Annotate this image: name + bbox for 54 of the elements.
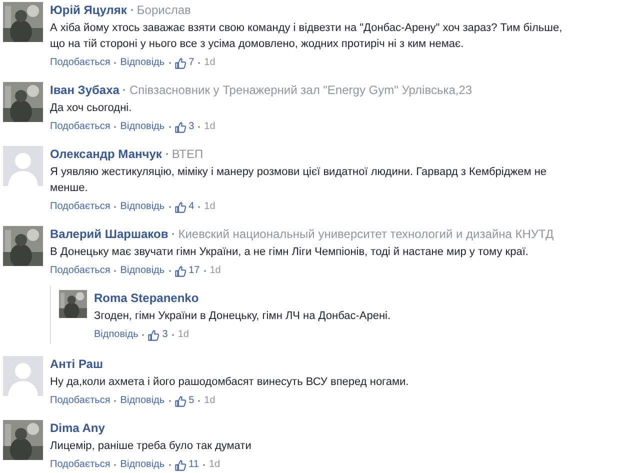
commenter-name[interactable]: Олександр Манчук [50, 146, 162, 162]
like-count: 17 [188, 264, 200, 278]
comment-time: 1d [208, 458, 220, 472]
comment-time: 1d [204, 120, 216, 134]
thumbs-up-icon [174, 122, 186, 132]
thumbs-up-icon [148, 330, 160, 340]
comment-action-link[interactable]: Відповідь [120, 56, 165, 70]
comment-text: Лицемір, раніше треба було так думати [50, 439, 252, 454]
thumbs-up-icon [174, 460, 186, 470]
commenter-name[interactable]: Анті Раш [50, 356, 103, 372]
thumbs-up-icon [174, 266, 186, 276]
comment-action-link[interactable]: Відповідь [120, 120, 165, 134]
like-count: 7 [188, 56, 194, 70]
comment-action-link[interactable]: Подобається [50, 56, 110, 70]
commenter-name[interactable]: Іван Зубаха [50, 82, 120, 98]
comment-text: Згоден, гімн України в Донецьку, гімн ЛЧ на Донбас-Арені. [94, 309, 392, 324]
comment-text: А хіба йому хтось заважає взяти свою команду і відвезти на "Донбас-Арену" хоч зараз? Тим більше, що на тій стороні у нього все з усіма домовлено, жодних протиріч ні з ким немає. [50, 21, 564, 52]
commenter-name[interactable]: Roma Stepanenko [94, 290, 199, 306]
comment-time: 1d [210, 264, 221, 278]
commenter-affiliation: Борислав [136, 2, 191, 18]
commenter-affiliation: Киевский национальный университет технологий и дизайна КНУТД [178, 226, 554, 242]
comment-action-link[interactable]: Відповідь [120, 200, 165, 214]
default-avatar-icon [3, 356, 43, 396]
commenter-name[interactable]: Dima Any [50, 420, 105, 436]
thumbs-up-icon [174, 202, 186, 212]
comment-text: Я уявляю жестикуляцію, міміку і манеру розмови цієї видатної людини. Гарвард з Кембріджем не менше. [50, 165, 548, 196]
comment-action-link[interactable]: Подобається [50, 394, 110, 408]
comment-time: 1d [204, 394, 216, 408]
like-count: 3 [162, 328, 168, 342]
comment-time: 1d [204, 200, 216, 214]
comment-text: Ну да,коли ахмета і його рашодомбасят винесуть ВСУ вперед ногами. [50, 375, 410, 390]
comment-action-link[interactable]: Подобається [50, 264, 110, 278]
comment-text: В Донецьку має звучати гімн України, а не гімн Ліги Чемпіонів, тоді й настане мир у тому краї. [50, 245, 530, 260]
like-count: 5 [188, 394, 194, 408]
comment-action-link[interactable]: Відповідь [120, 458, 165, 472]
default-avatar-icon [3, 146, 43, 186]
comment-time: 1d [178, 328, 189, 342]
comment-action-link[interactable]: Відповідь [94, 328, 138, 342]
thumbs-up-icon [174, 396, 186, 406]
thumbs-up-icon [174, 58, 186, 68]
like-count: 11 [188, 458, 199, 472]
comment-action-link[interactable]: Відповідь [120, 264, 165, 278]
comment-action-link[interactable]: Подобається [50, 200, 110, 214]
commenter-affiliation: Співзасновник у Тренажерний зал "Energy Gym" Урлівська,23 [129, 82, 472, 98]
comment-action-link[interactable]: Подобається [50, 120, 110, 134]
comment-action-link[interactable]: Відповідь [120, 394, 165, 408]
comment-action-link[interactable]: Подобається [50, 458, 110, 472]
commenter-name[interactable]: Валерий Шаршаков [50, 226, 168, 242]
comment-time: 1d [204, 56, 216, 70]
commenter-affiliation: ВТЕП [172, 146, 204, 162]
like-count: 3 [188, 120, 194, 134]
like-count: 4 [188, 200, 194, 214]
commenter-name[interactable]: Юрій Яцуляк [50, 2, 127, 18]
comment-text: Да хоч сьогодні. [50, 101, 133, 116]
